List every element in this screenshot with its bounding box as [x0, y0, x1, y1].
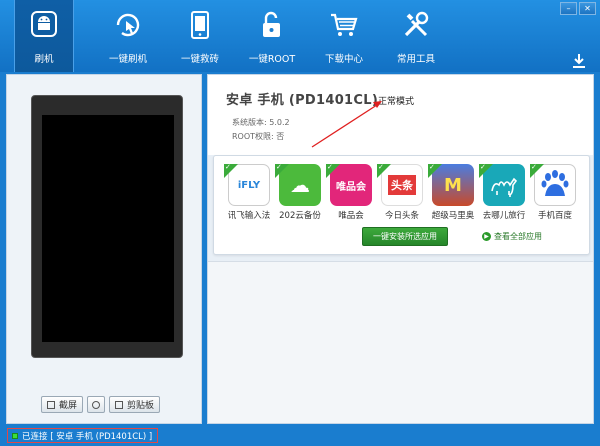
unlock-icon — [263, 11, 280, 37]
app-icon-text: iFLY — [237, 179, 261, 191]
app-item[interactable]: 唯品会 唯品会 — [326, 163, 376, 221]
camel-icon — [491, 177, 518, 197]
device-info-panel: 安卓 手机 (PD1401CL) 正常模式 系统版本: 5.0.2 ROOT权限… — [207, 74, 594, 424]
clipboard-icon — [115, 400, 124, 409]
window-controls: – ✕ — [560, 2, 596, 15]
app-item[interactable]: 去哪儿旅行 — [479, 163, 529, 221]
top-header: 刷机 一键刷机 一键救砖 一键ROOT 下载中心 常用工具 – ✕ — [0, 0, 600, 72]
android-icon — [31, 11, 57, 37]
status-bar: 已连接 [ 安卓 手机 (PD1401CL) ] — [0, 426, 600, 446]
connection-status-text: 已连接 [ 安卓 手机 (PD1401CL) ] — [22, 431, 153, 442]
app-name: 手机百度 — [537, 211, 572, 221]
app-item[interactable]: M 超级马里奥 — [428, 163, 478, 221]
view-all-apps-link[interactable]: ▶ 查看全部应用 — [482, 231, 542, 242]
install-selected-button[interactable]: 一键安装所选应用 — [362, 227, 448, 246]
screenshot-button[interactable]: 截屏 — [41, 396, 84, 413]
checkbox-checked-icon[interactable] — [377, 163, 391, 178]
checkbox-checked-icon[interactable] — [479, 163, 493, 178]
nav-root[interactable]: 一键ROOT — [236, 0, 308, 72]
screenshot-label: 截屏 — [59, 401, 78, 411]
checkbox-checked-icon[interactable] — [428, 163, 442, 178]
mario-icon: M — [444, 174, 462, 196]
download-icon[interactable] — [570, 52, 588, 70]
tools-icon — [404, 11, 429, 37]
close-button[interactable]: ✕ — [579, 2, 596, 15]
checkbox-checked-icon[interactable] — [326, 163, 340, 178]
app-name: 去哪儿旅行 — [482, 211, 526, 221]
root-status: ROOT权限: 否 — [232, 132, 285, 141]
recommended-apps-box: iFLY 讯飞输入法 ☁ 202云备份 唯品会 唯品会 — [213, 155, 590, 255]
phone-screen — [42, 115, 174, 342]
nav-label: 下载中心 — [324, 54, 363, 65]
connected-indicator-icon — [12, 432, 18, 439]
minimize-button[interactable]: – — [560, 2, 577, 15]
system-version: 系统版本: 5.0.2 — [232, 118, 290, 127]
touch-refresh-icon — [116, 13, 140, 37]
device-info: 安卓 手机 (PD1401CL) 正常模式 系统版本: 5.0.2 ROOT权限… — [208, 75, 593, 155]
annotation-arrow-icon — [311, 101, 382, 148]
clipboard-button[interactable]: 剪贴板 — [109, 396, 161, 413]
app-name: 讯飞输入法 — [227, 211, 271, 221]
checkbox-checked-icon[interactable] — [275, 163, 289, 178]
app-item[interactable]: 手机百度 — [530, 163, 580, 221]
nav-flash[interactable]: 刷机 — [14, 0, 74, 72]
phone-frame — [31, 95, 183, 358]
checkbox-checked-icon[interactable] — [530, 163, 544, 178]
nav-label: 一键ROOT — [248, 54, 296, 65]
refresh-icon — [92, 400, 101, 409]
arrow-right-icon: ▶ — [482, 232, 491, 241]
app-name: 唯品会 — [338, 211, 364, 221]
app-item[interactable]: iFLY 讯飞输入法 — [224, 163, 274, 221]
cart-icon — [331, 13, 358, 36]
screenshot-icon — [47, 400, 55, 409]
nav-label: 一键刷机 — [108, 54, 147, 65]
app-name: 今日头条 — [384, 211, 419, 221]
clipboard-label: 剪贴板 — [127, 401, 155, 411]
nav-label: 常用工具 — [396, 54, 435, 65]
nav-unbrick[interactable]: 一键救砖 — [164, 0, 236, 72]
app-name: 202云备份 — [279, 211, 321, 221]
refresh-button[interactable] — [87, 396, 106, 413]
phone-repair-icon — [191, 11, 209, 39]
main-nav: 刷机 一键刷机 一键救砖 一键ROOT 下载中心 常用工具 — [14, 0, 452, 72]
nav-one-click-flash[interactable]: 一键刷机 — [92, 0, 164, 72]
app-icon-text: 头条 — [388, 175, 416, 195]
view-all-label: 查看全部应用 — [494, 232, 542, 241]
nav-tools[interactable]: 常用工具 — [380, 0, 452, 72]
checkbox-checked-icon[interactable] — [224, 163, 238, 178]
content-area — [208, 261, 593, 423]
nav-download-center[interactable]: 下载中心 — [308, 0, 380, 72]
nav-label: 一键救砖 — [180, 54, 219, 65]
cloud-icon: ☁ — [290, 173, 310, 197]
device-preview-panel: 截屏 剪贴板 — [6, 74, 202, 424]
app-item[interactable]: ☁ 202云备份 — [275, 163, 325, 221]
app-list: iFLY 讯飞输入法 ☁ 202云备份 唯品会 唯品会 — [224, 163, 581, 221]
app-item[interactable]: 头条 今日头条 — [377, 163, 427, 221]
connection-status: 已连接 [ 安卓 手机 (PD1401CL) ] — [7, 428, 159, 443]
preview-controls: 截屏 剪贴板 — [41, 396, 161, 413]
app-icon-text: 唯品会 — [336, 181, 366, 193]
app-name: 超级马里奥 — [431, 211, 475, 221]
nav-label: 刷机 — [34, 54, 54, 65]
